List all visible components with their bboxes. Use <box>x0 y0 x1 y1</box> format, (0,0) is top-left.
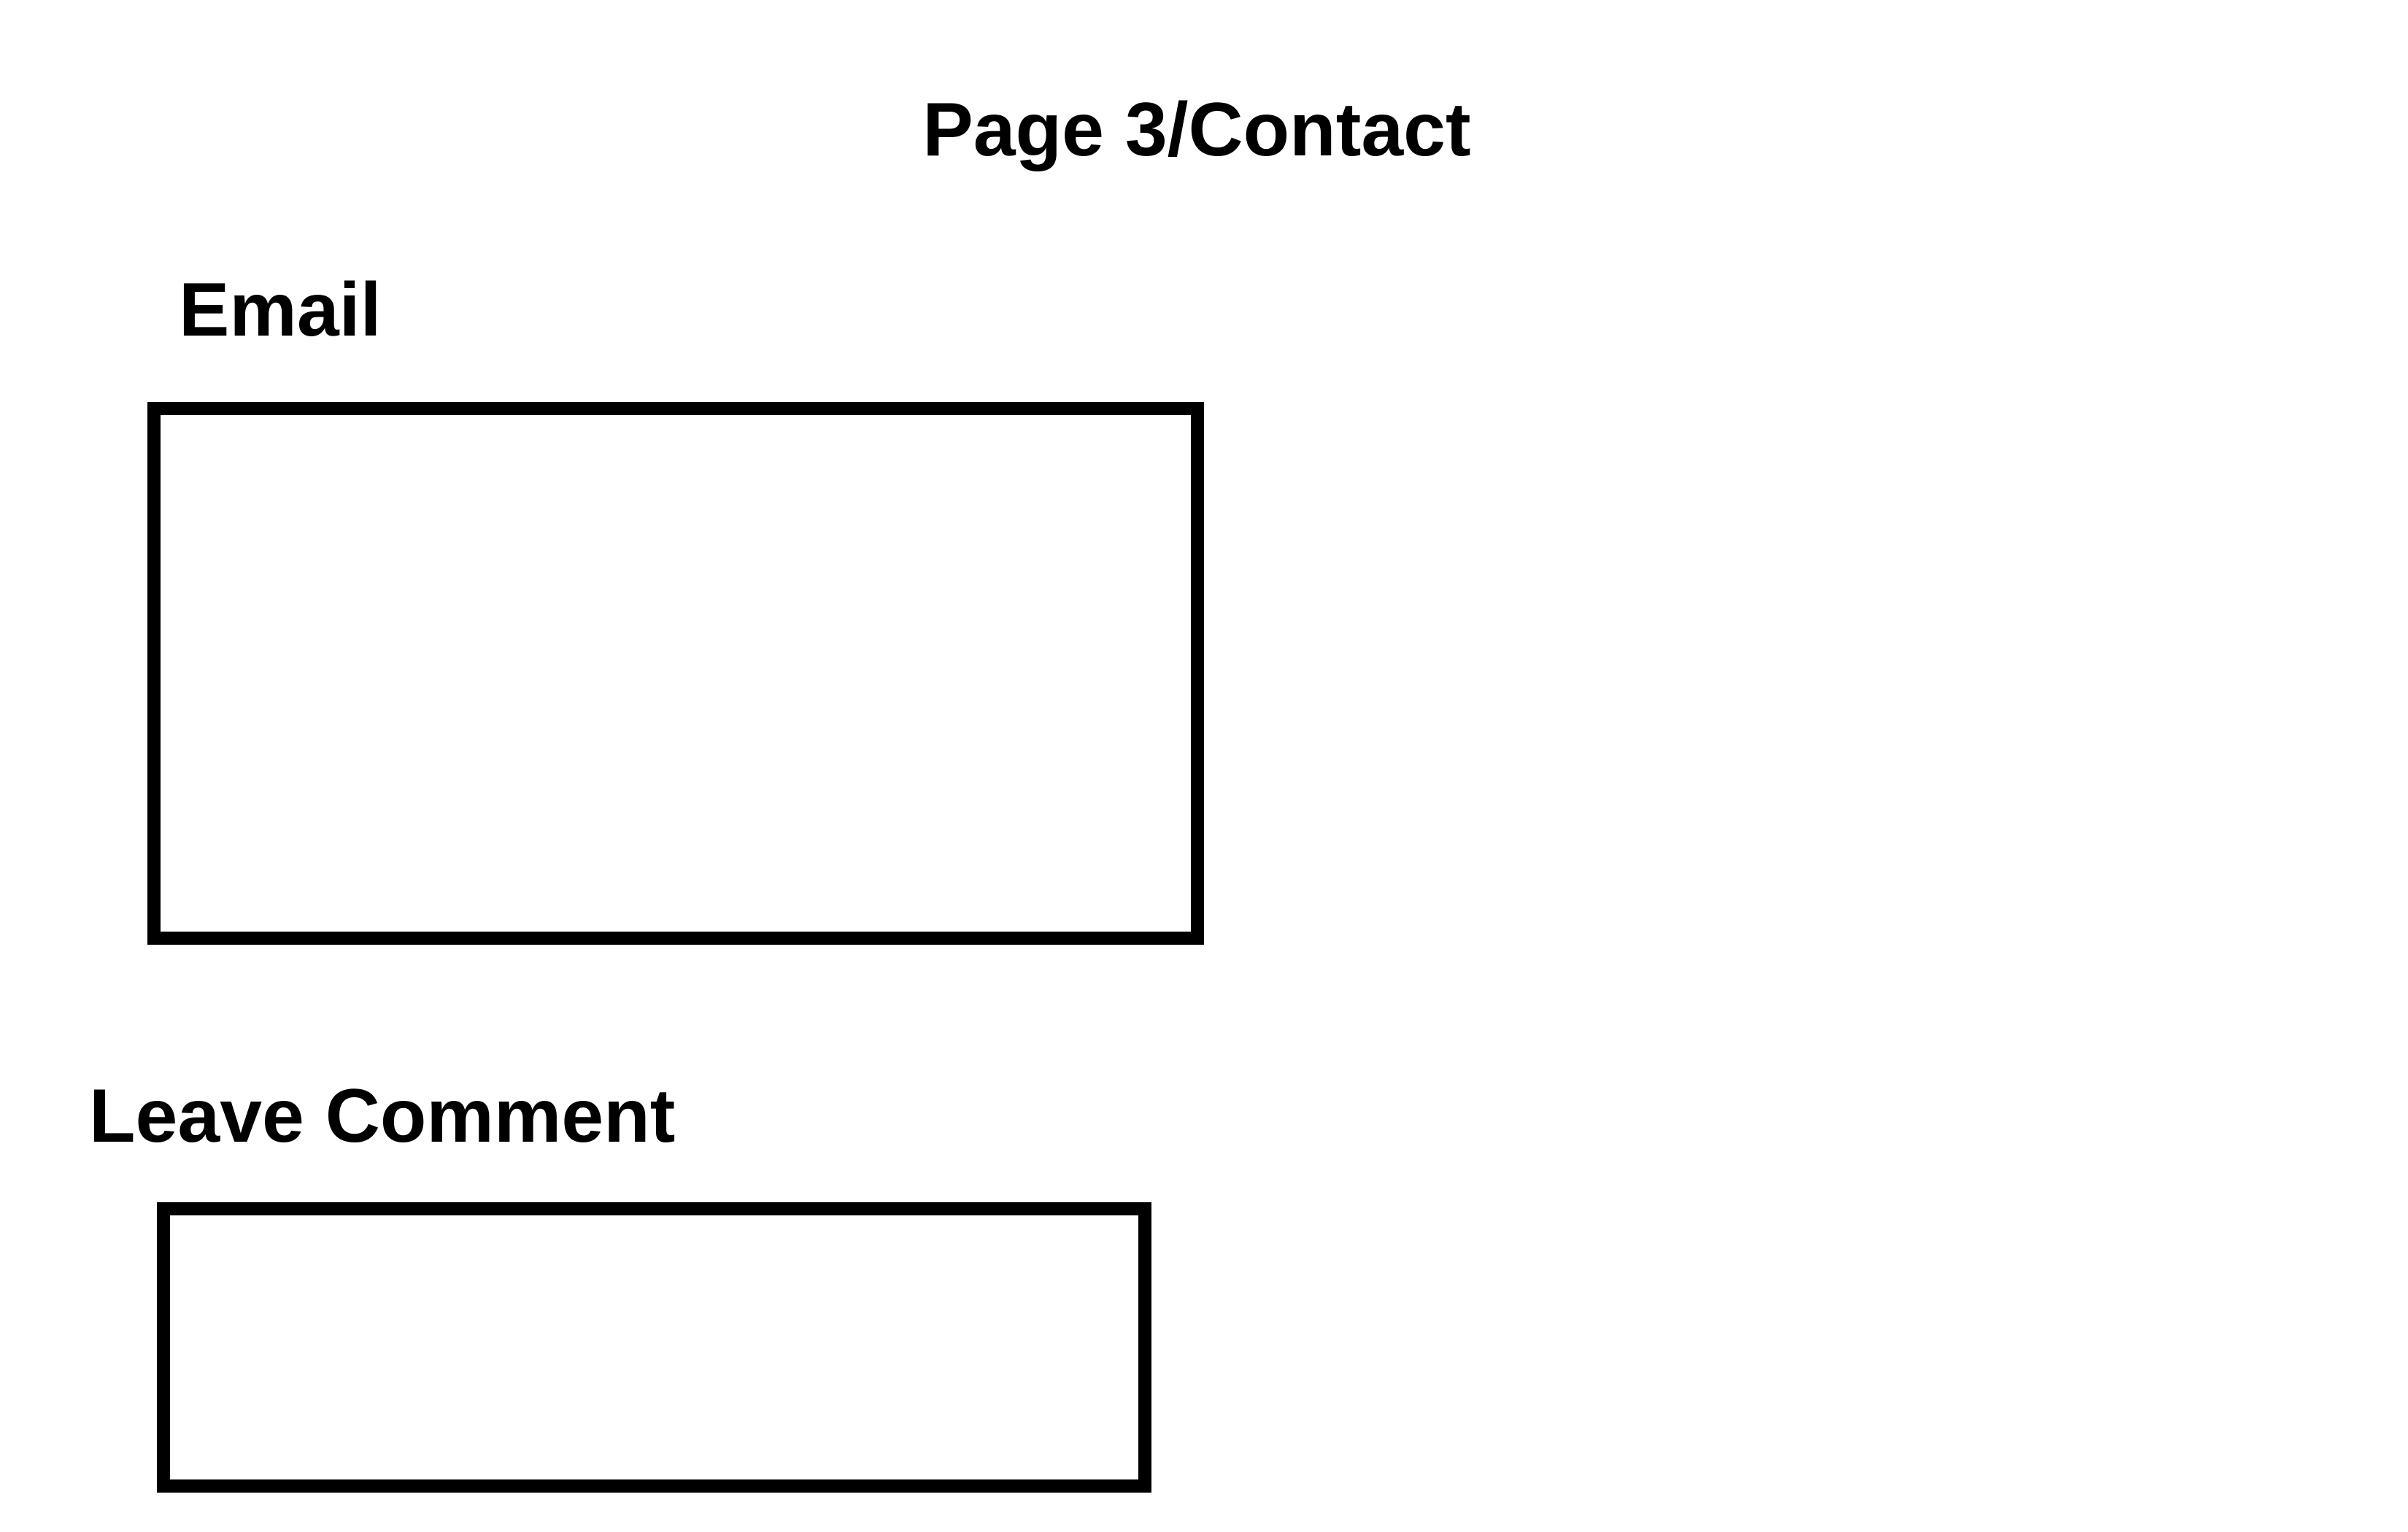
leave-comment-label: Leave Comment <box>89 1074 676 1158</box>
comment-field[interactable] <box>157 1202 1151 1493</box>
page-title: Page 3/Contact <box>922 88 1471 172</box>
email-label: Email <box>179 268 382 352</box>
email-field[interactable] <box>147 402 1204 945</box>
